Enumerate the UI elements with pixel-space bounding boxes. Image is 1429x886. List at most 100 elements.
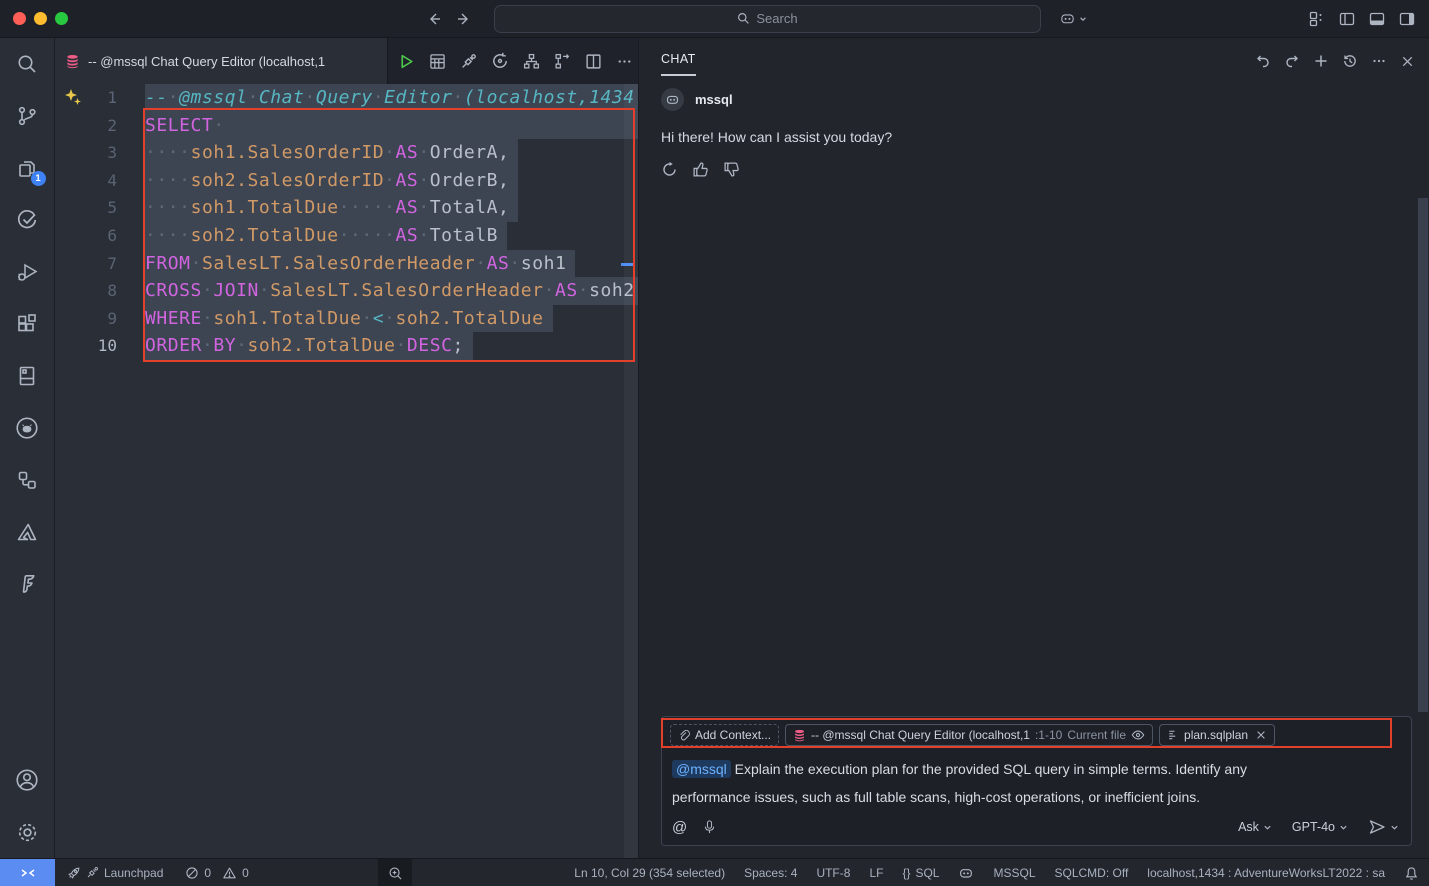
toggle-panel-icon[interactable] (1369, 11, 1385, 27)
minimize-window-button[interactable] (34, 12, 47, 25)
navigate-back-icon[interactable] (426, 11, 442, 27)
close-window-button[interactable] (13, 12, 26, 25)
model-dropdown[interactable]: GPT-4o (1292, 820, 1348, 834)
toggle-secondary-sidebar-icon[interactable] (1399, 11, 1415, 27)
remote-indicator[interactable] (0, 859, 55, 886)
sidebar-item-extensions[interactable] (0, 298, 55, 350)
chat-scrollbar[interactable] (1418, 198, 1428, 712)
close-icon[interactable] (1400, 54, 1415, 69)
send-icon (1368, 818, 1386, 836)
account-button[interactable] (0, 754, 55, 806)
zoom-indicator[interactable] (378, 859, 412, 886)
undo-icon[interactable] (1255, 53, 1271, 69)
code-line[interactable]: 3····soh1.SalesOrderID·AS·OrderA, (55, 139, 638, 167)
code-line[interactable]: 5····soh1.TotalDue·····AS·TotalA, (55, 194, 638, 222)
send-button[interactable] (1368, 818, 1399, 836)
thumbs-down-icon[interactable] (723, 161, 740, 178)
sidebar-item-remote-explorer[interactable] (0, 454, 55, 506)
code-line[interactable]: 9WHERE·soh1.TotalDue·<·soh2.TotalDue (55, 305, 638, 333)
encoding-setting[interactable]: UTF-8 (816, 866, 850, 880)
more-actions-icon[interactable] (1371, 53, 1387, 69)
customize-layout-icon[interactable] (1309, 11, 1325, 27)
code-token: · (168, 87, 179, 108)
line-number: 3 (55, 139, 145, 167)
code-line[interactable]: 4····soh2.SalesOrderID·AS·OrderB, (55, 167, 638, 195)
chevron-down-icon (1339, 823, 1348, 832)
check-circle-icon (15, 208, 39, 232)
eye-icon[interactable] (1131, 728, 1145, 742)
run-query-icon[interactable] (398, 53, 415, 70)
notebook-icon (15, 364, 39, 388)
indentation-setting[interactable]: Spaces: 4 (744, 866, 797, 880)
actual-plan-icon[interactable] (554, 53, 571, 70)
regenerate-icon[interactable] (661, 161, 678, 178)
zoom-window-button[interactable] (55, 12, 68, 25)
mention-button[interactable]: @ (672, 819, 687, 836)
code-token: soh1.SalesOrderID (191, 142, 385, 163)
code-line[interactable]: 1--·@mssql·Chat·Query·Editor·(localhost,… (55, 84, 638, 112)
selection-highlight: --·@mssql·Chat·Query·Editor·(localhost,1… (145, 84, 638, 112)
mention-chip[interactable]: @mssql (672, 760, 731, 778)
mssql-status[interactable]: MSSQL (993, 866, 1035, 880)
history-icon[interactable] (1342, 53, 1358, 69)
gear-icon (15, 820, 40, 845)
context-chip-current-file[interactable]: -- @mssql Chat Query Editor (localhost,1… (785, 724, 1153, 746)
new-chat-icon[interactable] (1313, 53, 1329, 69)
code-token: ····· (339, 197, 396, 218)
cursor-position[interactable]: Ln 10, Col 29 (354 selected) (574, 866, 725, 880)
navigate-forward-icon[interactable] (456, 11, 472, 27)
mode-dropdown[interactable]: Ask (1238, 820, 1272, 834)
microphone-icon[interactable] (703, 819, 716, 835)
settings-button[interactable] (0, 806, 55, 858)
more-actions-icon[interactable] (616, 53, 633, 70)
sidebar-item-fabric[interactable] (0, 558, 55, 610)
sidebar-item-github[interactable] (0, 402, 55, 454)
code-token: soh1.TotalDue (191, 197, 339, 218)
code-token: soh1 (521, 253, 567, 274)
warnings-icon (222, 866, 237, 880)
sidebar-item-azure[interactable] (0, 506, 55, 558)
sidebar-item-search[interactable] (0, 38, 55, 90)
redo-icon[interactable] (1284, 53, 1300, 69)
sqlcmd-status[interactable]: SQLCMD: Off (1055, 866, 1129, 880)
eol-setting[interactable]: LF (869, 866, 883, 880)
connect-icon[interactable] (460, 53, 477, 70)
copilot-menu[interactable] (1059, 10, 1087, 27)
connection-status[interactable]: localhost,1434 : AdventureWorksLT2022 : … (1147, 866, 1385, 880)
code-line[interactable]: 6····soh2.TotalDue·····AS·TotalB (55, 222, 638, 250)
code-line[interactable]: 7FROM·SalesLT.SalesOrderHeader·AS·soh1 (55, 250, 638, 278)
estimated-plan-icon[interactable] (523, 53, 540, 70)
copilot-status-icon[interactable] (958, 865, 974, 881)
sidebar-item-run-debug[interactable] (0, 246, 55, 298)
code-token: · (202, 308, 213, 329)
input-line-1: Explain the execution plan for the provi… (735, 761, 1247, 777)
launchpad-button[interactable]: Launchpad (67, 866, 163, 880)
split-editor-icon[interactable] (585, 53, 602, 70)
editor-scrollbar[interactable] (624, 84, 638, 858)
sidebar-item-notebook[interactable] (0, 350, 55, 402)
thumbs-up-icon[interactable] (692, 161, 709, 178)
sidebar-item-source-control[interactable] (0, 90, 55, 142)
change-connection-icon[interactable] (491, 52, 509, 70)
code-line[interactable]: 10ORDER·BY·soh2.TotalDue·DESC; (55, 332, 638, 360)
chat-input-text[interactable]: @mssql Explain the execution plan for th… (672, 755, 1401, 811)
remove-chip-icon[interactable] (1255, 729, 1267, 741)
code-line[interactable]: 8CROSS·JOIN·SalesLT.SalesOrderHeader·AS·… (55, 277, 638, 305)
sidebar-item-copy-compare[interactable]: 1 (0, 142, 55, 194)
tab-chat[interactable]: CHAT (661, 52, 696, 70)
sidebar-item-check[interactable] (0, 194, 55, 246)
selection-highlight: ····soh1.TotalDue·····AS·TotalA, (145, 194, 518, 222)
code-token: · (373, 87, 384, 108)
context-chip-plan-file[interactable]: plan.sqlplan (1159, 724, 1275, 746)
notifications-bell-icon[interactable] (1404, 866, 1419, 881)
code-editor[interactable]: 1--·@mssql·Chat·Query·Editor·(localhost,… (55, 84, 638, 858)
code-line[interactable]: 2SELECT· (55, 112, 638, 140)
code-token: AS (396, 142, 419, 163)
add-context-button[interactable]: Add Context... (670, 724, 779, 746)
results-grid-icon[interactable] (429, 53, 446, 70)
problems-button[interactable]: 0 0 (185, 866, 248, 880)
toggle-primary-sidebar-icon[interactable] (1339, 11, 1355, 27)
editor-tab[interactable]: -- @mssql Chat Query Editor (localhost,1 (55, 38, 388, 84)
language-mode[interactable]: {}SQL (902, 866, 939, 880)
command-center-search[interactable]: Search (494, 5, 1041, 33)
